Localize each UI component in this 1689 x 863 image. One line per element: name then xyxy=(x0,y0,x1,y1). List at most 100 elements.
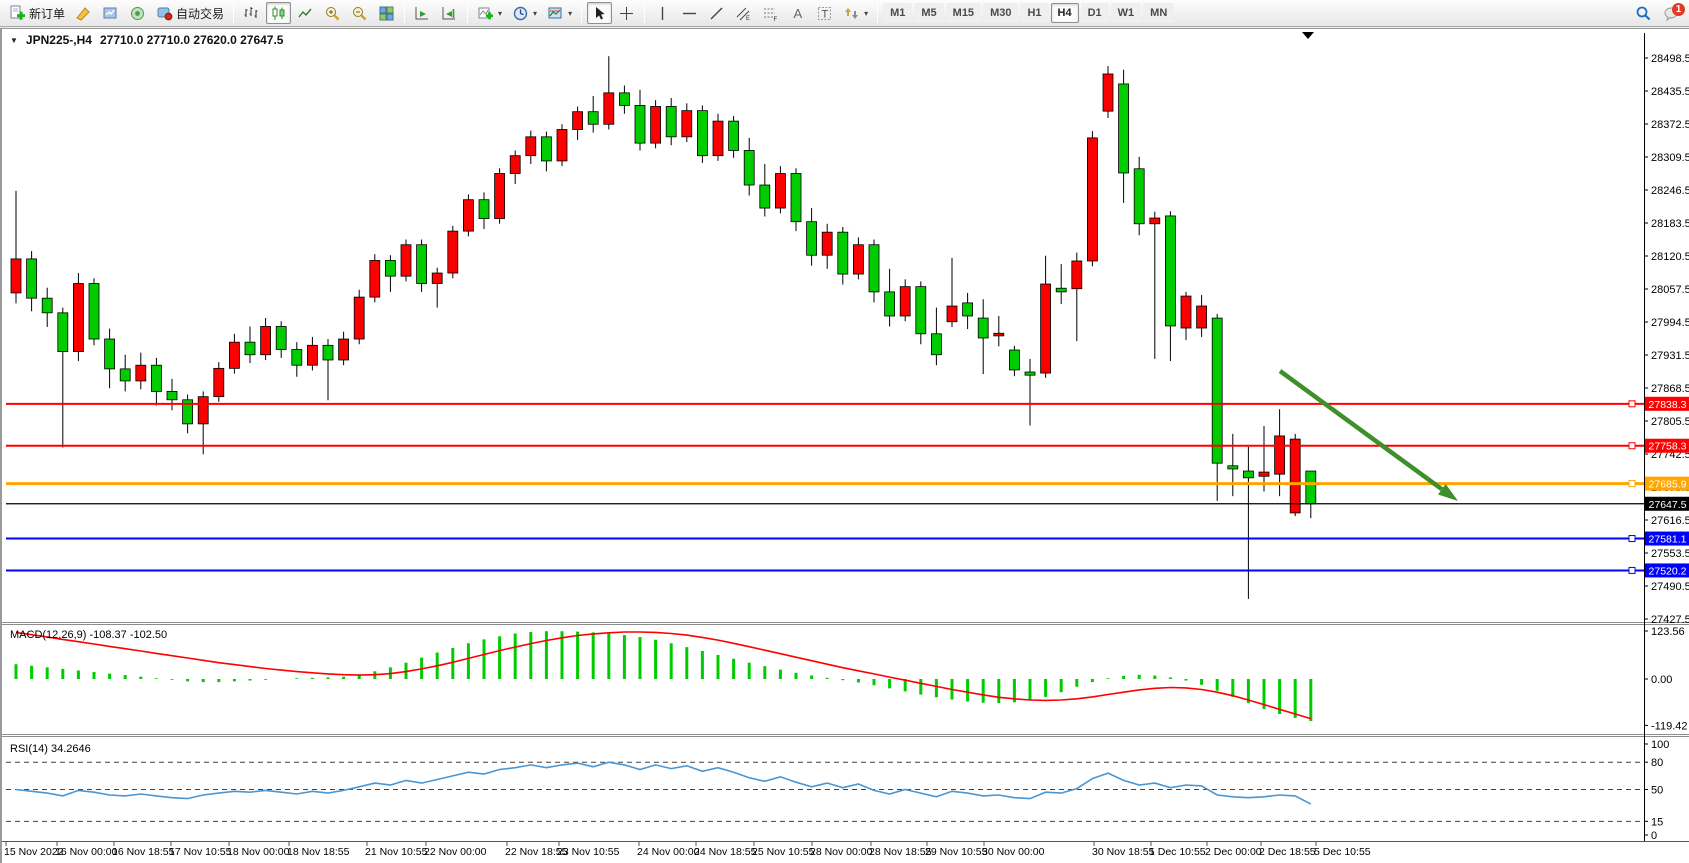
time-axis: 15 Nov 202216 Nov 00:0016 Nov 18:5517 No… xyxy=(4,842,1371,859)
candle xyxy=(1306,471,1316,504)
horizontal-line-button[interactable] xyxy=(677,2,702,24)
indicators-icon xyxy=(477,5,494,22)
trendline-button[interactable] xyxy=(704,2,729,24)
candle xyxy=(354,297,364,339)
svg-text:T: T xyxy=(822,8,829,20)
candle xyxy=(1056,288,1066,292)
crosshair-button[interactable] xyxy=(614,2,639,24)
candle xyxy=(89,284,99,340)
time-axis-label: 2 Dec 00:00 xyxy=(1205,846,1262,858)
candle xyxy=(307,345,317,365)
market-watch-button[interactable] xyxy=(98,2,123,24)
fibonacci-button[interactable]: F xyxy=(758,2,783,24)
price-axis-label: 27805.5 xyxy=(1651,416,1689,428)
candle xyxy=(198,397,208,424)
time-axis-label: 1 Dec 10:55 xyxy=(1149,846,1206,858)
zoom-out-icon xyxy=(351,5,368,22)
vertical-line-button[interactable] xyxy=(650,2,675,24)
line-handle[interactable] xyxy=(1629,443,1635,449)
time-axis-label: 30 Nov 18:55 xyxy=(1092,846,1155,858)
navigator-button[interactable] xyxy=(125,2,150,24)
templates-icon xyxy=(547,5,564,22)
candle xyxy=(1150,218,1160,224)
candle xyxy=(1275,436,1285,474)
zoom-out-button[interactable] xyxy=(347,2,372,24)
rsi-axis-label: 80 xyxy=(1651,757,1663,769)
channel-button[interactable]: E xyxy=(731,2,756,24)
line-handle[interactable] xyxy=(1629,536,1635,542)
channel-icon: E xyxy=(735,5,752,22)
new-order-label: 新订单 xyxy=(29,5,65,22)
time-axis-label: 28 Nov 00:00 xyxy=(810,846,873,858)
arrows-icon xyxy=(843,5,860,22)
candle xyxy=(666,106,676,136)
chart-canvas[interactable]: MACD(12,26,9) -108.37 -102.50RSI(14) 34.… xyxy=(2,29,1689,863)
auto-scroll-button[interactable] xyxy=(410,2,435,24)
rsi-axis-label: 15 xyxy=(1651,816,1663,828)
candle xyxy=(339,339,349,360)
periods-button[interactable]: ▾ xyxy=(508,2,541,24)
line-handle[interactable] xyxy=(1629,481,1635,487)
time-axis-label: 24 Nov 00:00 xyxy=(637,846,700,858)
candlestick-chart-button[interactable] xyxy=(266,2,291,24)
timeframe-button-W1[interactable]: W1 xyxy=(1111,3,1142,23)
svg-text:27685.9: 27685.9 xyxy=(1649,479,1687,491)
candle xyxy=(869,245,879,292)
new-order-button[interactable]: 新订单 xyxy=(5,2,69,24)
line-handle[interactable] xyxy=(1629,401,1635,407)
zoom-in-button[interactable] xyxy=(320,2,345,24)
candle xyxy=(822,232,832,255)
candle xyxy=(42,298,52,313)
time-axis-label: 25 Nov 10:55 xyxy=(752,846,815,858)
timeframe-button-M30[interactable]: M30 xyxy=(983,3,1018,23)
market-watch-icon xyxy=(102,5,119,22)
candle xyxy=(448,231,458,273)
timeframe-button-M5[interactable]: M5 xyxy=(914,3,943,23)
chart-shift-button[interactable] xyxy=(437,2,462,24)
styler-button[interactable] xyxy=(71,2,96,24)
candle xyxy=(557,130,567,161)
svg-text:27581.1: 27581.1 xyxy=(1649,534,1687,546)
toolbar-separator xyxy=(644,3,645,23)
cursor-button[interactable] xyxy=(587,2,612,24)
text-button[interactable]: A xyxy=(785,2,810,24)
candle xyxy=(1228,466,1238,469)
candle xyxy=(916,287,926,334)
candle xyxy=(994,333,1004,336)
text-label-button[interactable]: T xyxy=(812,2,837,24)
timeframe-button-D1[interactable]: D1 xyxy=(1081,3,1109,23)
line-handle[interactable] xyxy=(1629,567,1635,573)
tile-windows-button[interactable] xyxy=(374,2,399,24)
notification-count-badge: 1 xyxy=(1672,3,1685,16)
candle xyxy=(261,326,271,354)
candle xyxy=(370,260,380,297)
price-axis-label: 27931.5 xyxy=(1651,350,1689,362)
candle xyxy=(323,345,333,360)
bar-chart-button[interactable] xyxy=(239,2,264,24)
autotrading-button[interactable]: 自动交易 xyxy=(152,2,228,24)
templates-button[interactable]: ▾ xyxy=(543,2,576,24)
candle xyxy=(11,259,21,293)
chart-window[interactable]: MACD(12,26,9) -108.37 -102.50RSI(14) 34.… xyxy=(0,28,1689,863)
chart-shift-marker[interactable] xyxy=(1302,32,1314,39)
level-lines[interactable] xyxy=(6,401,1644,574)
timeframe-button-MN[interactable]: MN xyxy=(1143,3,1174,23)
navigator-icon xyxy=(129,5,146,22)
search-button[interactable] xyxy=(1631,2,1656,24)
price-axis-label: 27553.5 xyxy=(1651,548,1689,560)
timeframe-button-H4[interactable]: H4 xyxy=(1051,3,1079,23)
line-chart-button[interactable] xyxy=(293,2,318,24)
timeframe-button-M1[interactable]: M1 xyxy=(883,3,912,23)
notifications-button[interactable]: 1 xyxy=(1658,2,1684,24)
candle xyxy=(963,303,973,316)
candle xyxy=(573,112,583,130)
indicators-button[interactable]: ▾ xyxy=(473,2,506,24)
text-icon: A xyxy=(789,5,806,22)
candle xyxy=(651,106,661,143)
timeframe-button-M15[interactable]: M15 xyxy=(946,3,981,23)
timeframe-button-H1[interactable]: H1 xyxy=(1020,3,1048,23)
candle xyxy=(760,185,770,208)
candle xyxy=(619,93,629,106)
candle xyxy=(697,111,707,156)
arrows-button[interactable]: ▾ xyxy=(839,2,872,24)
